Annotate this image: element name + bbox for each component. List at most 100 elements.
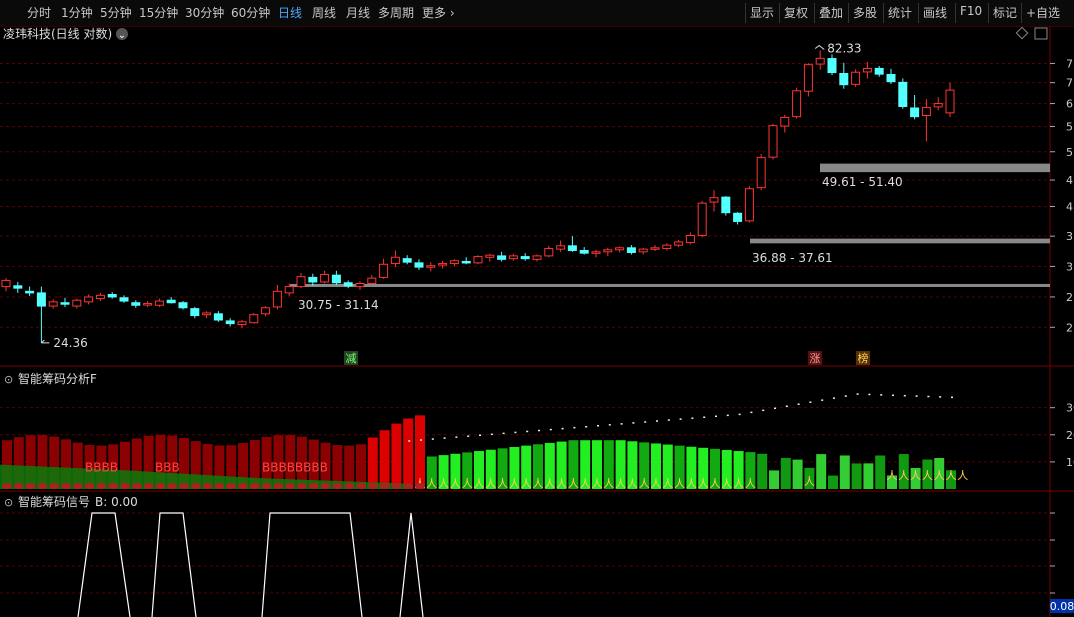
trail-dot: [632, 422, 635, 424]
chip-dot: [143, 483, 154, 489]
trail-dot: [479, 434, 481, 437]
chip-dot: [415, 483, 425, 489]
chip-bar: [780, 457, 791, 489]
support-zone: [820, 163, 1050, 173]
period-tab-8[interactable]: 月线: [346, 4, 370, 21]
low-arrow-icon: [41, 339, 50, 344]
trail-dot: [538, 429, 540, 432]
trail-dot: [608, 424, 611, 426]
trail-dot: [774, 407, 776, 410]
period-tab-1[interactable]: 1分钟: [61, 4, 93, 21]
figure-marker: 人: [592, 477, 603, 490]
candle-body: [379, 263, 389, 278]
bottom-panel-value: B: 0.00: [95, 495, 138, 509]
period-tab-0[interactable]: 分时: [27, 4, 51, 21]
candle-body: [237, 321, 247, 326]
candle-body: [331, 274, 341, 284]
candle-body: [768, 125, 778, 158]
figure-marker: 人: [603, 477, 614, 490]
toolbar-button-3[interactable]: 多股: [853, 4, 877, 21]
toolbar-separator: [955, 3, 956, 23]
chip-dot: [356, 483, 366, 489]
candle-body: [60, 302, 70, 305]
chip-dot: [367, 483, 378, 489]
candle-body: [626, 247, 636, 253]
candle-body: [84, 296, 94, 303]
period-tab-4[interactable]: 30分钟: [185, 4, 224, 21]
toolbar-button-8[interactable]: +自选: [1026, 4, 1060, 21]
toolbar-button-0[interactable]: 显示: [750, 4, 774, 21]
toolbar-separator: [779, 3, 780, 23]
mid-axis-label: 20: [1066, 429, 1074, 442]
candle-body: [48, 301, 58, 307]
period-tab-9[interactable]: 多周期: [378, 4, 414, 21]
figure-marker: 人: [544, 477, 555, 490]
trail-dot: [892, 394, 894, 397]
chip-dot: [249, 483, 260, 489]
toolbar-button-6[interactable]: F10: [960, 4, 982, 18]
figure-marker: 人: [898, 469, 909, 482]
event-marker-2: 榜: [858, 351, 869, 365]
diamond-icon[interactable]: [1015, 26, 1029, 40]
bottom-panel-title: 智能筹码信号: [18, 494, 90, 509]
trail-dot: [431, 438, 434, 440]
figure-marker: 人: [462, 477, 473, 490]
figure-marker: 人: [674, 477, 685, 490]
window-icon[interactable]: [1034, 27, 1048, 40]
candle-body: [178, 302, 188, 309]
figure-marker: 人: [533, 477, 544, 490]
candle-body: [544, 247, 554, 257]
b-signal-label-0: BBBB: [85, 460, 118, 474]
candle-body: [367, 277, 377, 284]
chip-dot: [285, 483, 296, 489]
zone-label: 36.88 - 37.61: [752, 251, 833, 265]
period-tab-5[interactable]: 60分钟: [231, 4, 270, 21]
price-axis-label: 3: [1066, 260, 1073, 273]
period-tab-3[interactable]: 15分钟: [139, 4, 178, 21]
chip-dot: [108, 483, 119, 489]
period-tab-2[interactable]: 5分钟: [100, 4, 132, 21]
candle-body: [438, 263, 448, 266]
trail-dot: [821, 399, 824, 401]
price-axis-label: 5: [1066, 146, 1073, 159]
chip-dot: [238, 483, 248, 489]
figure-marker: 人: [721, 477, 732, 490]
candle-body: [520, 256, 530, 260]
toolbar-button-7[interactable]: 标记: [993, 4, 1017, 21]
event-marker-1: 涨: [810, 352, 821, 365]
toolbar-button-1[interactable]: 复权: [784, 4, 808, 21]
candle-body: [343, 282, 353, 287]
trail-dot: [573, 426, 576, 429]
toolbar-separator: [814, 3, 815, 23]
trail-dot: [667, 419, 670, 421]
chip-bar: [828, 475, 838, 489]
period-tab-7[interactable]: 周线: [312, 4, 336, 21]
candle-body: [886, 73, 896, 83]
candle-body: [803, 64, 813, 92]
candle-body: [355, 282, 365, 288]
figure-marker: 人: [957, 469, 968, 482]
trail-dot: [703, 416, 706, 418]
toolbar-button-4[interactable]: 统计: [888, 4, 912, 21]
toolbar-button-2[interactable]: 叠加: [819, 4, 843, 21]
candle-body: [72, 299, 82, 307]
candle-body: [827, 58, 837, 74]
trail-dot: [833, 397, 835, 399]
chip-dot: [61, 483, 71, 489]
candle-body: [25, 290, 35, 294]
toolbar-button-5[interactable]: 画线: [923, 4, 947, 21]
chip-bar: [863, 463, 874, 489]
trail-dot: [620, 423, 623, 425]
period-tab-10[interactable]: 更多 ›: [422, 4, 455, 21]
candle-body: [296, 276, 306, 288]
figure-marker: 人: [438, 477, 449, 490]
chevron-glyph: ⌄: [118, 30, 126, 41]
candle-body: [426, 265, 436, 268]
period-tab-6[interactable]: 日线: [278, 4, 302, 21]
support-zone: [750, 238, 1050, 244]
candle-body: [13, 285, 23, 289]
toolbar-separator: [1021, 3, 1022, 23]
figure-marker: 人: [804, 475, 815, 488]
candle-body: [709, 197, 719, 203]
chip-dot: [96, 483, 107, 489]
